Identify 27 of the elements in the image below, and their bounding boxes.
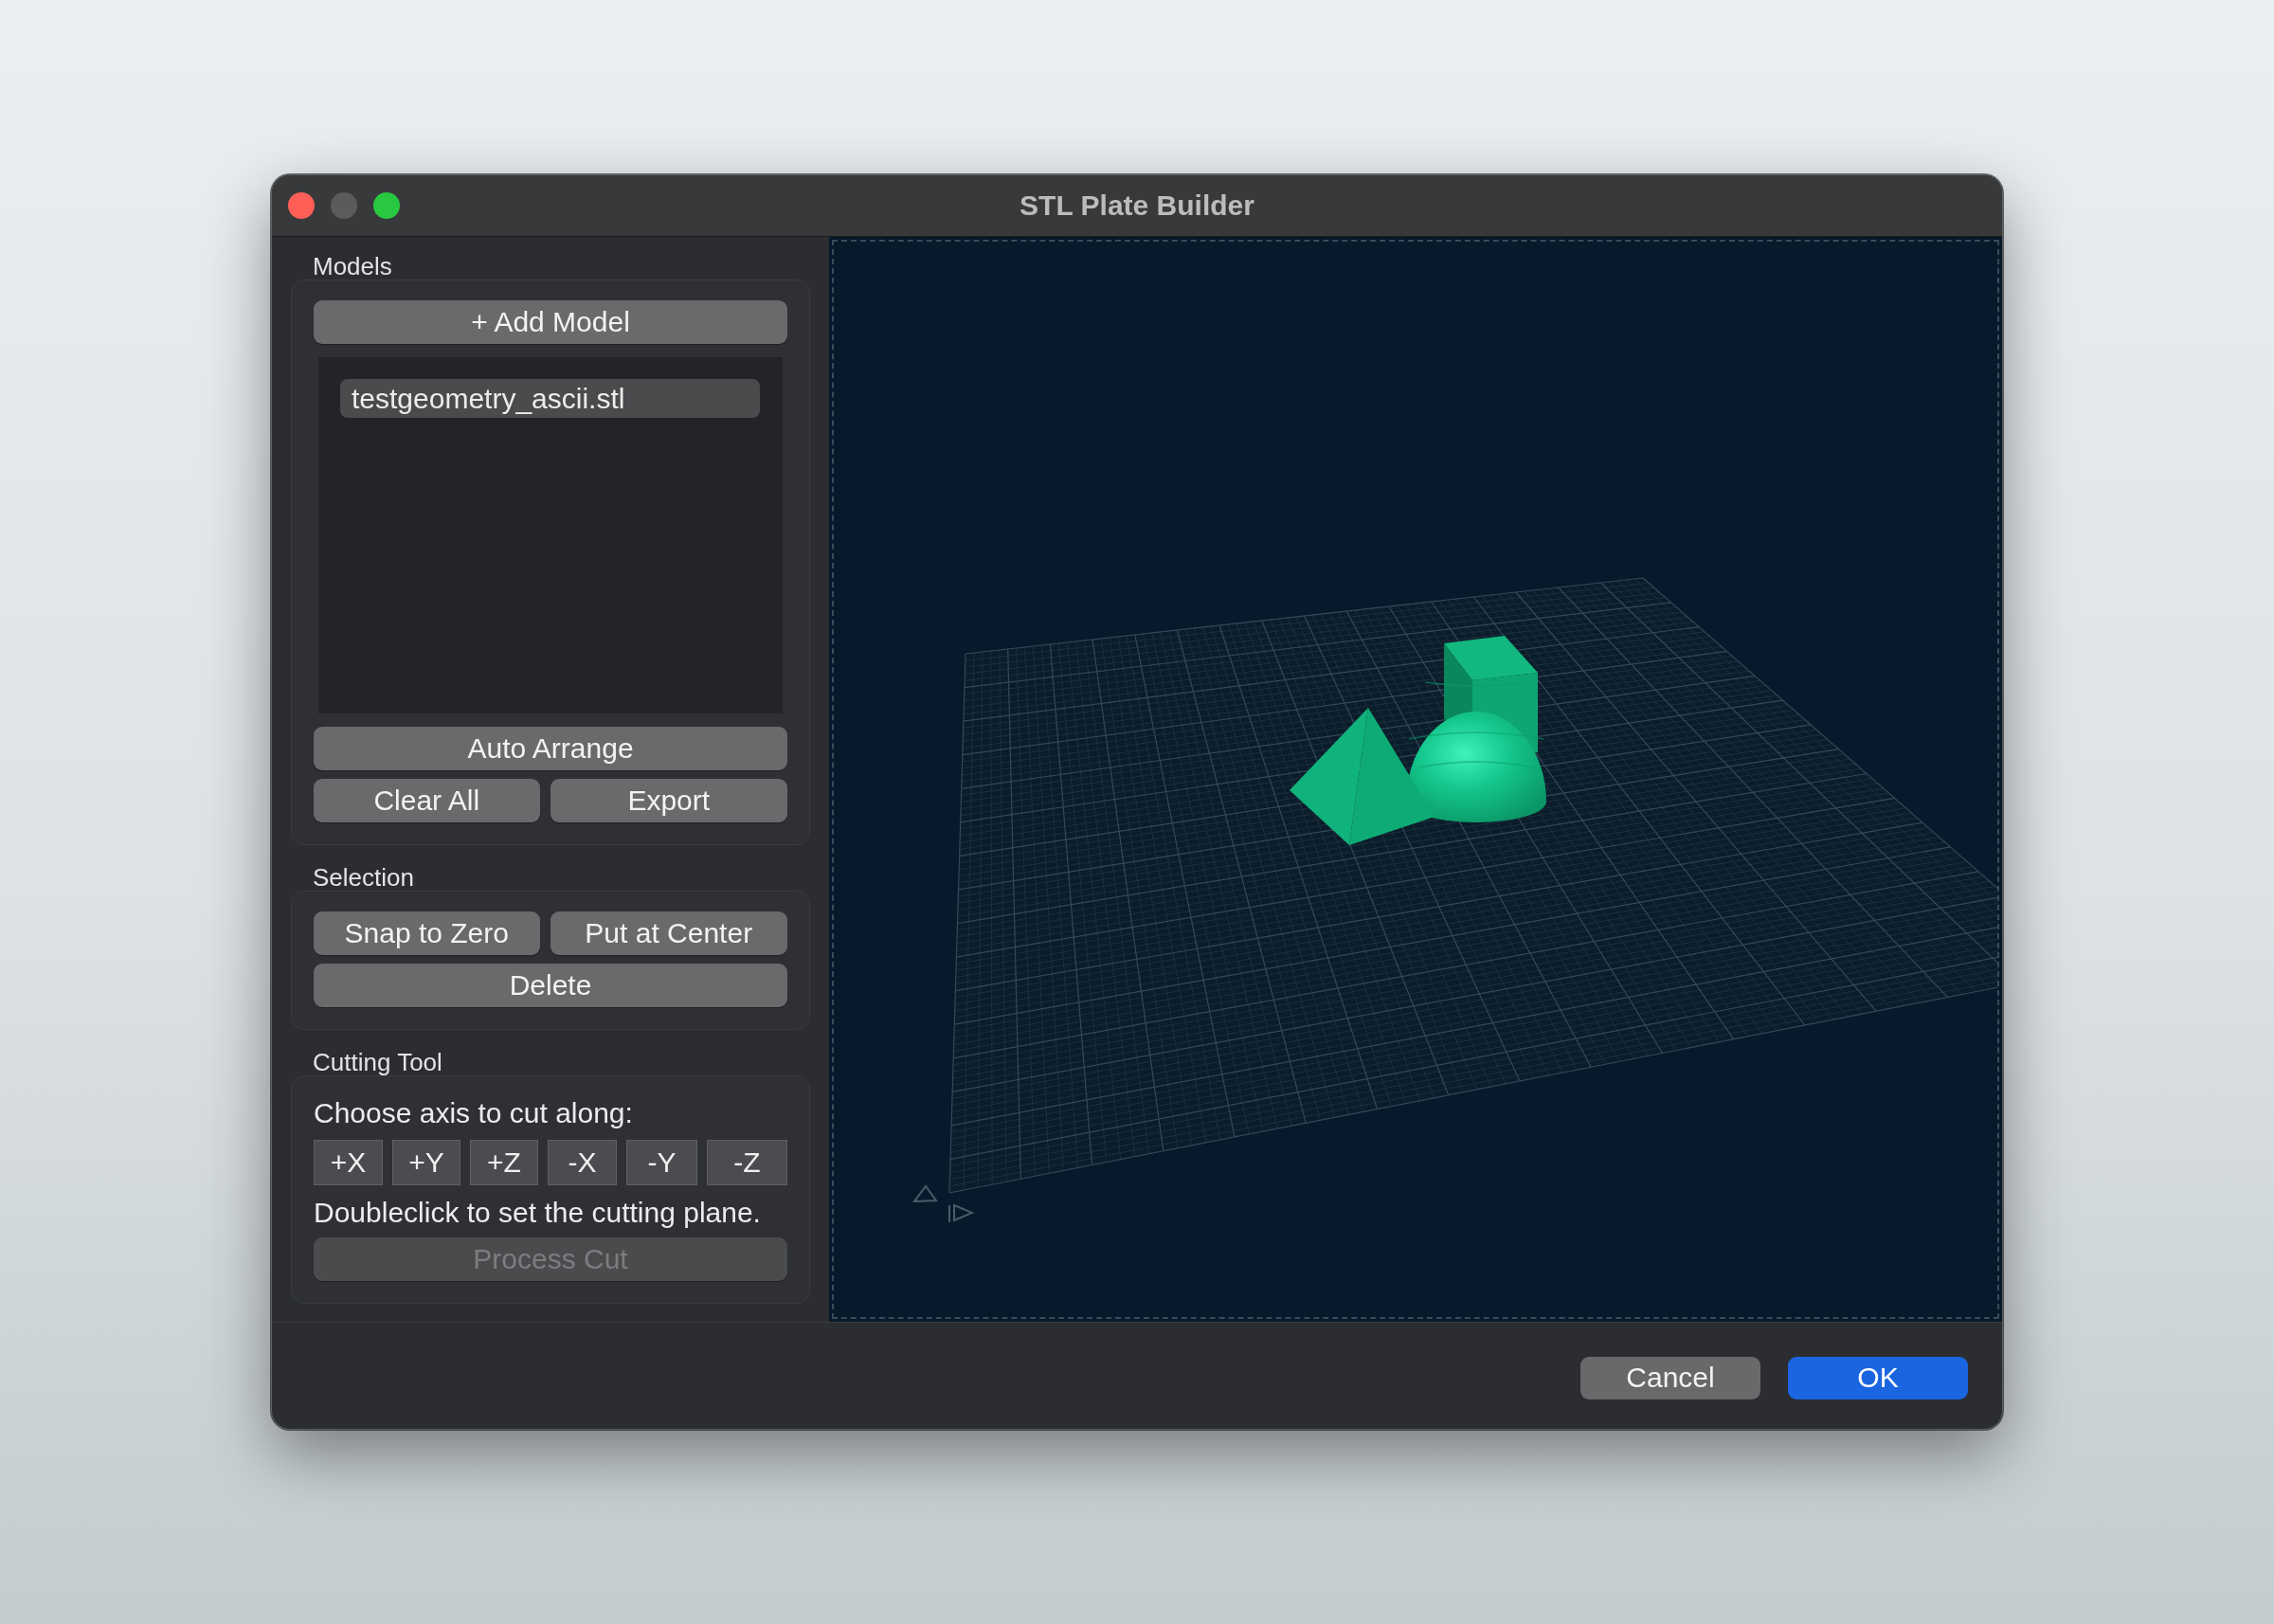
close-button[interactable] xyxy=(288,192,315,219)
model-viewport[interactable] xyxy=(829,237,2002,1322)
window-title: STL Plate Builder xyxy=(1020,189,1254,222)
section-label: Selection xyxy=(313,864,414,891)
snap-to-zero-button[interactable]: Snap to Zero xyxy=(314,911,540,955)
put-at-center-button[interactable]: Put at Center xyxy=(550,911,787,955)
cancel-button[interactable]: Cancel xyxy=(1580,1356,1760,1399)
list-item[interactable]: testgeometry_ascii.stl xyxy=(340,379,760,418)
axis-marker-icon xyxy=(911,1184,938,1203)
clear-all-button[interactable]: Clear All xyxy=(314,779,540,822)
axis-button[interactable]: -Z xyxy=(707,1140,787,1185)
export-button[interactable]: Export xyxy=(550,779,787,822)
axis-button[interactable]: +Y xyxy=(392,1140,460,1185)
ok-button[interactable]: OK xyxy=(1788,1356,1968,1399)
hint-text: Doubleclick to set the cutting plane. xyxy=(314,1196,762,1230)
section-label: Models xyxy=(313,253,392,280)
zoom-button[interactable] xyxy=(373,192,400,219)
axis-button[interactable]: +X xyxy=(314,1140,383,1185)
add-model-button[interactable]: + Add Model xyxy=(314,300,787,344)
instruction-text: Choose axis to cut along: xyxy=(314,1096,634,1130)
axis-marker-icon xyxy=(948,1203,975,1223)
section-label: Cutting Tool xyxy=(313,1049,442,1075)
axis-button[interactable]: -Y xyxy=(626,1140,697,1185)
auto-arrange-button[interactable]: Auto Arrange xyxy=(314,727,787,770)
axis-button[interactable]: -X xyxy=(548,1140,617,1185)
delete-button[interactable]: Delete xyxy=(314,964,787,1007)
axis-button[interactable]: +Z xyxy=(470,1140,538,1185)
